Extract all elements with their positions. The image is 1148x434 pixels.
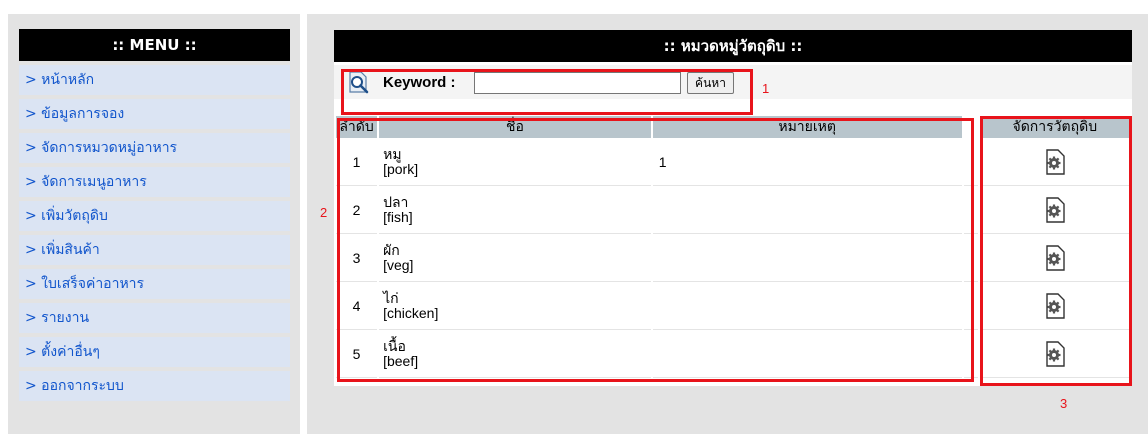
menu-item-bookings[interactable]: > ข้อมูลการจอง bbox=[19, 99, 290, 129]
annotation-label-1: 1 bbox=[762, 81, 770, 96]
menu-item-add-product[interactable]: > เพิ่มสินค้า bbox=[19, 235, 290, 265]
menu-item-home[interactable]: > หน้าหลัก bbox=[19, 65, 290, 95]
menu-title: :: MENU :: bbox=[19, 29, 290, 61]
menu-item-receipts[interactable]: > ใบเสร็จค่าอาหาร bbox=[19, 269, 290, 299]
menu-item-food-categories[interactable]: > จัดการหมวดหมู่อาหาร bbox=[19, 133, 290, 163]
annotation-label-3: 3 bbox=[1060, 396, 1068, 411]
sidebar-menu: :: MENU :: > หน้าหลัก > ข้อมูลการจอง > จ… bbox=[19, 29, 290, 401]
menu-item-logout[interactable]: > ออกจากระบบ bbox=[19, 371, 290, 401]
menu-item-food-menu[interactable]: > จัดการเมนูอาหาร bbox=[19, 167, 290, 197]
menu-item-add-ingredient[interactable]: > เพิ่มวัตถุดิบ bbox=[19, 201, 290, 231]
menu-item-settings[interactable]: > ตั้งค่าอื่นๆ bbox=[19, 337, 290, 367]
panel-title: :: หมวดหมู่วัตถุดิบ :: bbox=[334, 30, 1132, 62]
annotation-box-search bbox=[341, 69, 753, 115]
annotation-box-table bbox=[337, 118, 974, 382]
annotation-label-2: 2 bbox=[320, 205, 328, 220]
annotation-box-actions bbox=[980, 116, 1132, 386]
menu-item-reports[interactable]: > รายงาน bbox=[19, 303, 290, 333]
